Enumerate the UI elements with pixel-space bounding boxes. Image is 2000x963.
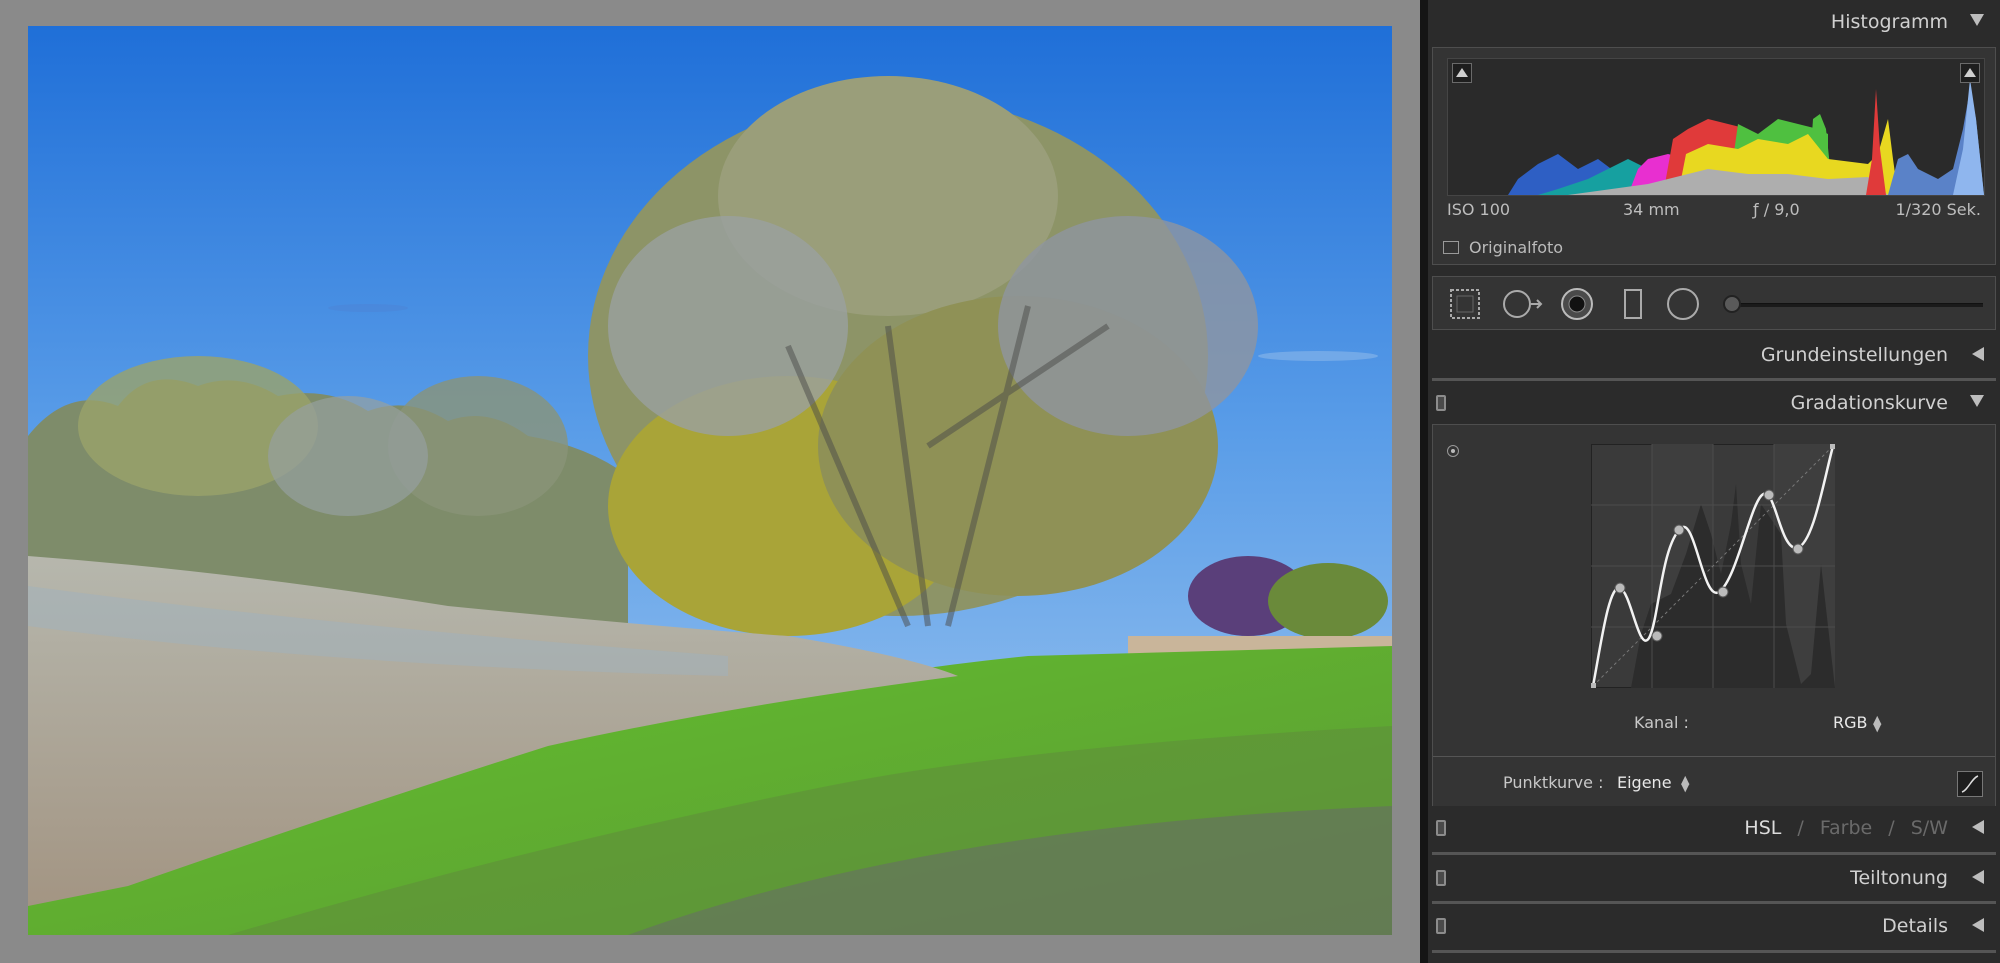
original-photo-toggle[interactable]: Originalfoto <box>1443 238 1563 257</box>
aperture-value: ƒ / 9,0 <box>1753 200 1800 219</box>
tone-curve-panel: Kanal : RGB ▲ ▼ Punktkurve : Eigene ▲ ▼ <box>1432 424 1996 810</box>
tab-hsl[interactable]: HSL <box>1744 817 1781 839</box>
tab-color[interactable]: Farbe <box>1820 817 1872 839</box>
section-divider <box>1432 950 1996 953</box>
channel-select[interactable]: RGB <box>1833 713 1868 732</box>
checkbox-icon[interactable] <box>1443 241 1459 254</box>
photo-viewer <box>0 0 1420 963</box>
radial-filter-icon[interactable] <box>1665 286 1701 322</box>
tone-curve-graph[interactable] <box>1591 444 1835 688</box>
basic-title: Grundeinstellungen <box>1760 344 1948 366</box>
channel-label: Kanal : <box>1634 713 1689 732</box>
point-curve-label: Punktkurve : <box>1503 773 1604 792</box>
triangle-icon <box>1456 68 1468 77</box>
shutter-value: 1/320 Sek. <box>1895 200 1981 219</box>
original-photo-label: Originalfoto <box>1469 238 1564 257</box>
histogram-chart[interactable] <box>1447 58 1985 196</box>
graduated-filter-icon[interactable] <box>1615 286 1651 322</box>
tone-curve-header[interactable]: Gradationskurve <box>1428 381 2000 427</box>
tab-separator: / <box>1797 817 1804 839</box>
expand-triangle-icon[interactable] <box>1972 820 1984 834</box>
select-arrows-icon[interactable]: ▲ ▼ <box>1873 714 1881 733</box>
expand-triangle-icon[interactable] <box>1972 870 1984 884</box>
focal-length-value: 34 mm <box>1623 200 1680 219</box>
histogram-header[interactable]: Histogramm <box>1428 0 2000 46</box>
tone-curve-title: Gradationskurve <box>1790 392 1948 414</box>
split-toning-title: Teiltonung <box>1850 867 1948 889</box>
iso-value: ISO 100 <box>1447 200 1511 219</box>
triangle-icon <box>1964 68 1976 77</box>
panel-switch-icon[interactable] <box>1436 395 1446 411</box>
expand-triangle-icon[interactable] <box>1972 918 1984 932</box>
tab-bw[interactable]: S/W <box>1911 817 1948 839</box>
hsl-header[interactable]: HSL / Farbe / S/W <box>1428 806 2000 852</box>
target-adjustment-icon[interactable] <box>1447 445 1459 457</box>
shadow-clipping-toggle[interactable] <box>1452 63 1472 83</box>
tab-separator: / <box>1888 817 1895 839</box>
expand-triangle-icon[interactable] <box>1972 347 1984 361</box>
point-curve-select[interactable]: Eigene <box>1617 773 1672 792</box>
basic-header[interactable]: Grundeinstellungen <box>1428 333 2000 379</box>
brush-slider-track[interactable] <box>1733 303 1983 307</box>
landscape-photo <box>28 26 1392 935</box>
split-toning-header[interactable]: Teiltonung <box>1428 856 2000 902</box>
histogram-title: Histogramm <box>1830 11 1948 33</box>
point-curve-edit-icon[interactable] <box>1957 771 1983 797</box>
crop-tool-icon[interactable] <box>1447 286 1483 322</box>
panel-switch-icon[interactable] <box>1436 870 1446 886</box>
panel-separator <box>1420 0 1428 963</box>
highlight-clipping-toggle[interactable] <box>1960 63 1980 83</box>
panel-switch-icon[interactable] <box>1436 918 1446 934</box>
section-divider <box>1433 756 1995 757</box>
red-eye-tool-icon[interactable] <box>1559 286 1595 322</box>
histogram-panel: ISO 100 34 mm ƒ / 9,0 1/320 Sek. Origina… <box>1432 47 1996 265</box>
section-divider <box>1432 852 1996 855</box>
collapse-triangle-icon[interactable] <box>1970 395 1984 407</box>
collapse-triangle-icon[interactable] <box>1970 14 1984 26</box>
tool-strip <box>1432 276 1996 330</box>
details-title: Details <box>1882 915 1948 937</box>
select-arrows-icon[interactable]: ▲ ▼ <box>1681 774 1689 793</box>
adjustment-brush-icon[interactable] <box>1723 295 1741 313</box>
spot-removal-tool-icon[interactable] <box>1501 286 1545 322</box>
panel-switch-icon[interactable] <box>1436 820 1446 836</box>
develop-panel: Histogramm ISO 100 34 mm ƒ / 9,0 1/320 S… <box>1428 0 2000 963</box>
details-header[interactable]: Details <box>1428 904 2000 950</box>
